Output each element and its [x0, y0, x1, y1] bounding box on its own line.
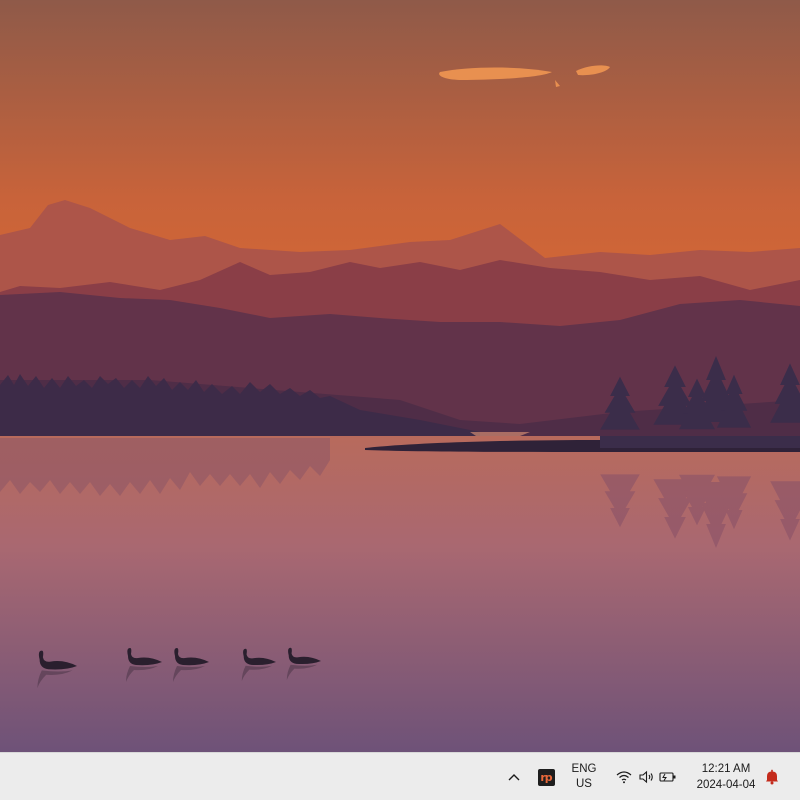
clock[interactable]: 12:21 AM 2024-04-04 — [690, 753, 762, 801]
desktop-wallpaper — [0, 0, 800, 752]
battery-icon[interactable] — [657, 753, 679, 801]
language-region: US — [576, 778, 592, 790]
volume-icon[interactable] — [635, 753, 657, 801]
chevron-up-icon[interactable] — [503, 753, 525, 801]
clock-time: 12:21 AM — [701, 763, 751, 775]
taskbar: rp ENG US 12:21 AM 2024-04-04 — [0, 752, 800, 800]
wifi-icon[interactable] — [613, 753, 635, 801]
clock-date: 2024-04-04 — [696, 779, 756, 791]
rp-app-icon[interactable]: rp — [535, 753, 557, 801]
system-tray-icons[interactable] — [610, 753, 682, 801]
bell-icon[interactable] — [762, 753, 782, 801]
language-indicator[interactable]: ENG US — [566, 753, 602, 801]
language-code: ENG — [571, 763, 597, 775]
